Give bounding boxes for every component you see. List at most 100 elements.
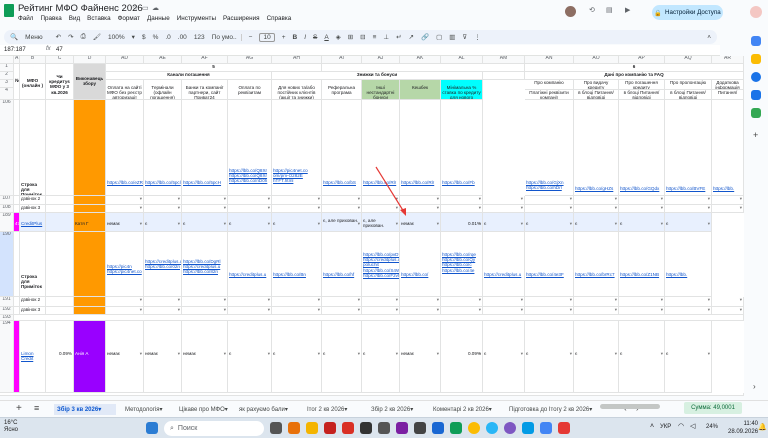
search-menus-icon[interactable]: 🔍: [10, 33, 18, 41]
column-header[interactable]: AR: [712, 56, 744, 64]
column-header[interactable]: AE: [144, 56, 182, 64]
chevron-down-icon[interactable]: ▾: [132, 33, 135, 41]
column-header[interactable]: AQ: [665, 56, 712, 64]
chevron-down-icon[interactable]: ▾: [140, 221, 142, 226]
link-text[interactable]: https://lbb.: [713, 186, 742, 191]
align-icon[interactable]: ≡: [373, 34, 377, 41]
formula-input[interactable]: 47: [56, 47, 63, 53]
chevron-down-icon[interactable]: ▾: [396, 205, 398, 210]
chevron-down-icon[interactable]: ▾: [224, 196, 226, 201]
column-header[interactable]: AF: [182, 56, 228, 64]
app-icon-5[interactable]: [432, 422, 444, 434]
dropdown-cell[interactable]: ▾: [441, 307, 483, 315]
link-text[interactable]: https://lbb.co/bS: [323, 180, 360, 185]
bold-icon[interactable]: B: [293, 34, 298, 41]
header-aj[interactable]: Інші нестандартні бонуси: [362, 80, 400, 100]
notifications-icon[interactable]: 🔔: [758, 423, 767, 431]
chevron-down-icon[interactable]: ▾: [358, 307, 360, 312]
call-label[interactable]: дзвінок 2: [20, 297, 46, 307]
select-all-corner[interactable]: [0, 56, 14, 64]
chevron-down-icon[interactable]: ▾: [268, 205, 270, 210]
dropdown-cell[interactable]: ▾: [665, 307, 712, 315]
value-cell-aq[interactable]: є ▾: [665, 321, 712, 393]
column-header[interactable]: C: [46, 56, 74, 64]
sheet-tab[interactable]: як рахуємо бали ▾: [236, 404, 300, 415]
group-channels[interactable]: Канали погашення: [106, 72, 272, 80]
menu-item[interactable]: Файл: [18, 15, 33, 22]
dropdown-cell[interactable]: ▾: [441, 297, 483, 307]
header-ao-sub[interactable]: в блоці Питання/відповіді: [619, 90, 665, 100]
value-cell-ag[interactable]: є ▾: [228, 213, 272, 232]
dropdown-cell[interactable]: ▾: [322, 307, 362, 315]
chevron-down-icon[interactable]: ▾: [396, 297, 398, 302]
column-header[interactable]: AI: [322, 56, 362, 64]
column-header[interactable]: AH: [272, 56, 322, 64]
row-header[interactable]: 194: [0, 321, 14, 393]
dropdown-cell[interactable]: ▾: [665, 196, 712, 205]
group-discounts[interactable]: Знижки та бонуси: [272, 72, 483, 80]
header-credit-q3[interactable]: Чи кредитує МФО у 3 кв.2026: [46, 64, 74, 100]
dropdown-cell[interactable]: ▾: [483, 297, 525, 307]
link-cell-am[interactable]: https://creditplus.u: [483, 232, 525, 297]
menu-item[interactable]: Формат: [118, 15, 140, 22]
all-sheets-icon[interactable]: ≡: [34, 403, 39, 413]
link-text[interactable]: https://lbb.co/82ri: [183, 269, 226, 274]
value-cell-ag[interactable]: є ▾: [228, 321, 272, 393]
call-label[interactable]: дзвінок 2: [20, 196, 46, 205]
share-button[interactable]: 🔒 Настройки Доступа: [652, 5, 723, 20]
chevron-down-icon[interactable]: ▾: [140, 307, 142, 312]
chevron-down-icon[interactable]: ▾: [479, 297, 481, 302]
chevron-down-icon[interactable]: ▾: [358, 351, 360, 356]
link-cell-ak[interactable]: https://lbb.co/Rlr: [400, 100, 441, 196]
chart-icon[interactable]: ▥: [449, 33, 455, 41]
value-cell-ad[interactable]: немає ▾: [106, 213, 144, 232]
dropdown-cell[interactable]: ▾: [228, 297, 272, 307]
executor-cell[interactable]: [74, 307, 106, 315]
row-header[interactable]: 106: [0, 100, 14, 196]
value-cell-ap[interactable]: є ▾: [619, 213, 665, 232]
executor-cell[interactable]: Анія А: [74, 321, 106, 393]
redo-icon[interactable]: ↷: [68, 33, 73, 41]
star-icon[interactable]: ☆: [132, 4, 138, 12]
wifi-icon[interactable]: ◠: [678, 422, 684, 430]
chevron-down-icon[interactable]: ▾: [358, 297, 360, 302]
row-header[interactable]: 192: [0, 307, 14, 315]
executor-cell[interactable]: [74, 232, 106, 297]
name-box[interactable]: 187:187: [4, 47, 34, 53]
dropdown-cell[interactable]: ▾: [106, 205, 144, 213]
chevron-down-icon[interactable]: ▾: [570, 351, 572, 356]
link-cell-ao[interactable]: https://lbb.co/GQdx: [619, 100, 665, 196]
chevron-down-icon[interactable]: ▾: [489, 406, 492, 413]
chevron-down-icon[interactable]: ▾: [396, 351, 398, 356]
value-cell-af[interactable]: є ▾: [182, 213, 228, 232]
chrome-icon[interactable]: [468, 422, 480, 434]
avatar[interactable]: [565, 6, 576, 17]
cell-empty[interactable]: [46, 100, 74, 196]
chevron-down-icon[interactable]: ▾: [661, 196, 663, 201]
menu-item[interactable]: Инструменты: [177, 15, 216, 22]
dropdown-cell[interactable]: ▾: [619, 196, 665, 205]
column-header[interactable]: D: [74, 56, 106, 64]
dropdown-cell[interactable]: ▾: [400, 196, 441, 205]
dropdown-cell[interactable]: ▾: [400, 205, 441, 213]
header-ai[interactable]: Реферальна програма: [322, 80, 362, 100]
chevron-down-icon[interactable]: ▾: [437, 297, 439, 302]
mfo-link[interactable]: CreditPlus: [20, 213, 46, 232]
chevron-down-icon[interactable]: ▾: [661, 307, 663, 312]
dropdown-cell[interactable]: ▾: [483, 205, 525, 213]
dropdown-cell[interactable]: ▾: [322, 196, 362, 205]
valign-icon[interactable]: ⊥: [383, 33, 389, 41]
chevron-down-icon[interactable]: ▾: [358, 205, 360, 210]
undo-icon[interactable]: ↶: [56, 33, 61, 41]
sheets-logo-icon[interactable]: [4, 4, 14, 17]
dropdown-cell[interactable]: ▾: [525, 205, 574, 213]
link-text[interactable]: https://lbb.: [666, 272, 710, 277]
executor-cell[interactable]: [74, 297, 106, 307]
link-cell-an[interactable]: https://lbb.co/gHZs: [574, 100, 619, 196]
increase-decimals[interactable]: .00: [178, 34, 187, 41]
chevron-down-icon[interactable]: ▾: [708, 351, 710, 356]
document-title[interactable]: Рейтинг МФО Файненс 2026: [18, 3, 143, 14]
chevron-down-icon[interactable]: ▾: [708, 307, 710, 312]
group-number-5[interactable]: 5: [106, 64, 322, 72]
chevron-down-icon[interactable]: ▾: [740, 205, 742, 210]
